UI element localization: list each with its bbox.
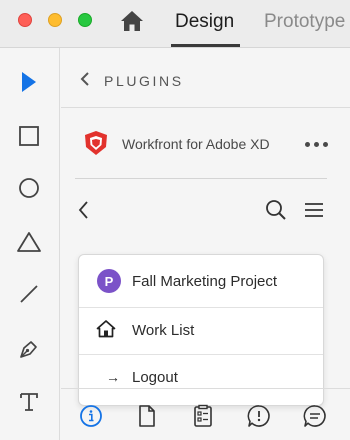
hamburger-menu-icon[interactable] (303, 200, 325, 220)
plugins-panel: PLUGINS Workfront for Adobe XD P Fall Ma… (61, 48, 350, 440)
info-icon[interactable] (79, 404, 103, 428)
chevron-left-icon[interactable] (79, 72, 91, 86)
tab-prototype[interactable]: Prototype (264, 11, 345, 33)
text-tool[interactable] (15, 388, 43, 416)
polygon-tool[interactable] (15, 228, 43, 256)
title-bar: Design Prototype (0, 0, 350, 48)
search-icon[interactable] (264, 198, 288, 222)
select-tool[interactable] (15, 68, 43, 96)
workfront-dropdown-menu: P Fall Marketing Project Work List → Log… (78, 254, 324, 406)
alert-bubble-icon[interactable] (247, 404, 271, 428)
workfront-nav (61, 188, 350, 232)
menu-item-label: Fall Marketing Project (132, 273, 278, 290)
home-icon[interactable] (120, 10, 144, 32)
arrow-right-icon: → (106, 369, 120, 385)
document-icon[interactable] (135, 404, 159, 428)
divider (75, 178, 327, 179)
pen-tool[interactable] (15, 335, 43, 363)
close-window-button[interactable] (18, 13, 32, 27)
zoom-window-button[interactable] (78, 13, 92, 27)
minimize-window-button[interactable] (48, 13, 62, 27)
ellipse-tool[interactable] (15, 174, 43, 202)
divider (61, 388, 350, 389)
tab-design[interactable]: Design (175, 11, 234, 33)
menu-item-project[interactable]: P Fall Marketing Project (79, 259, 323, 305)
more-options-icon[interactable] (305, 142, 328, 147)
plugin-name: Workfront for Adobe XD (122, 136, 270, 152)
rectangle-icon (19, 126, 39, 146)
triangle-icon (17, 232, 41, 252)
pen-icon (20, 341, 37, 358)
chat-icon[interactable] (303, 404, 327, 428)
active-tab-indicator (171, 44, 240, 47)
plugins-title: PLUGINS (104, 73, 184, 89)
tool-bar (0, 48, 60, 440)
workfront-logo-icon (85, 131, 107, 155)
plugin-header-row: Workfront for Adobe XD (61, 109, 350, 177)
back-arrow-icon[interactable] (77, 200, 91, 220)
menu-item-work-list[interactable]: Work List (79, 307, 323, 353)
text-icon (20, 393, 38, 411)
home-icon (96, 320, 116, 338)
line-tool[interactable] (15, 280, 43, 308)
menu-item-label: Logout (132, 369, 178, 386)
line-icon (20, 285, 38, 303)
checklist-icon[interactable] (191, 404, 215, 428)
project-avatar: P (97, 269, 121, 293)
select-arrow-icon (22, 72, 36, 92)
rectangle-tool[interactable] (15, 122, 43, 150)
plugins-header: PLUGINS (61, 48, 350, 108)
ellipse-icon (19, 178, 39, 198)
menu-item-logout[interactable]: → Logout (79, 354, 323, 400)
menu-item-label: Work List (132, 322, 195, 339)
